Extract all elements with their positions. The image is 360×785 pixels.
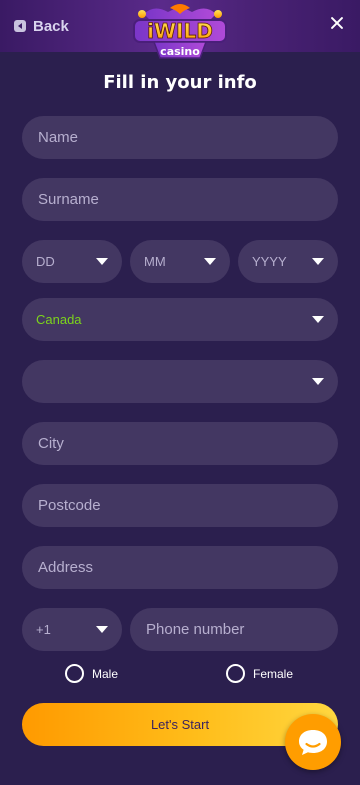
gender-female-radio[interactable]: Female bbox=[226, 664, 293, 683]
name-field[interactable] bbox=[22, 116, 338, 159]
gender-male-label: Male bbox=[92, 666, 119, 681]
surname-input[interactable] bbox=[22, 178, 338, 221]
back-label: Back bbox=[33, 17, 69, 35]
city-field[interactable] bbox=[22, 422, 338, 465]
back-button[interactable]: Back bbox=[14, 16, 69, 36]
chevron-down-icon bbox=[312, 316, 324, 323]
birth-year-select[interactable]: YYYY bbox=[238, 240, 338, 283]
radio-circle-icon bbox=[226, 664, 245, 683]
phone-input[interactable] bbox=[130, 608, 338, 651]
radio-circle-icon bbox=[65, 664, 84, 683]
chevron-down-icon bbox=[312, 378, 324, 385]
gender-female-label: Female bbox=[253, 666, 294, 681]
chevron-down-icon bbox=[312, 258, 324, 265]
address-field[interactable] bbox=[22, 546, 338, 589]
phone-field[interactable] bbox=[130, 608, 338, 651]
birth-year-value: YYYY bbox=[252, 254, 287, 269]
logo-wordmark: iWILD bbox=[147, 19, 213, 43]
top-bar: Back iWILD casino bbox=[0, 0, 360, 59]
phone-code-select[interactable]: +1 bbox=[22, 608, 122, 651]
gender-selector: Male Female bbox=[0, 664, 360, 686]
province-select[interactable] bbox=[22, 360, 338, 403]
birth-month-select[interactable]: MM bbox=[130, 240, 230, 283]
casino-logo: iWILD casino bbox=[133, 4, 227, 59]
gender-male-radio[interactable]: Male bbox=[65, 664, 118, 683]
city-input[interactable] bbox=[22, 422, 338, 465]
form-title: Fill in your info bbox=[103, 72, 257, 93]
birth-day-select[interactable]: DD bbox=[22, 240, 122, 283]
chevron-down-icon bbox=[96, 626, 108, 633]
name-input[interactable] bbox=[22, 116, 338, 159]
surname-field[interactable] bbox=[22, 178, 338, 221]
country-value: Canada bbox=[36, 312, 82, 327]
chevron-down-icon bbox=[96, 258, 108, 265]
chat-bubble-icon bbox=[299, 730, 327, 755]
birth-month-value: MM bbox=[144, 254, 166, 269]
chevron-down-icon bbox=[204, 258, 216, 265]
logo-subtitle: casino bbox=[160, 45, 200, 58]
postcode-field[interactable] bbox=[22, 484, 338, 527]
postcode-input[interactable] bbox=[22, 484, 338, 527]
birth-day-value: DD bbox=[36, 254, 55, 269]
close-icon[interactable] bbox=[330, 16, 344, 30]
address-input[interactable] bbox=[22, 546, 338, 589]
chat-button[interactable] bbox=[285, 714, 341, 770]
country-select[interactable]: Canada bbox=[22, 298, 338, 341]
phone-code-value: +1 bbox=[36, 622, 51, 637]
back-arrow-icon bbox=[14, 20, 26, 32]
